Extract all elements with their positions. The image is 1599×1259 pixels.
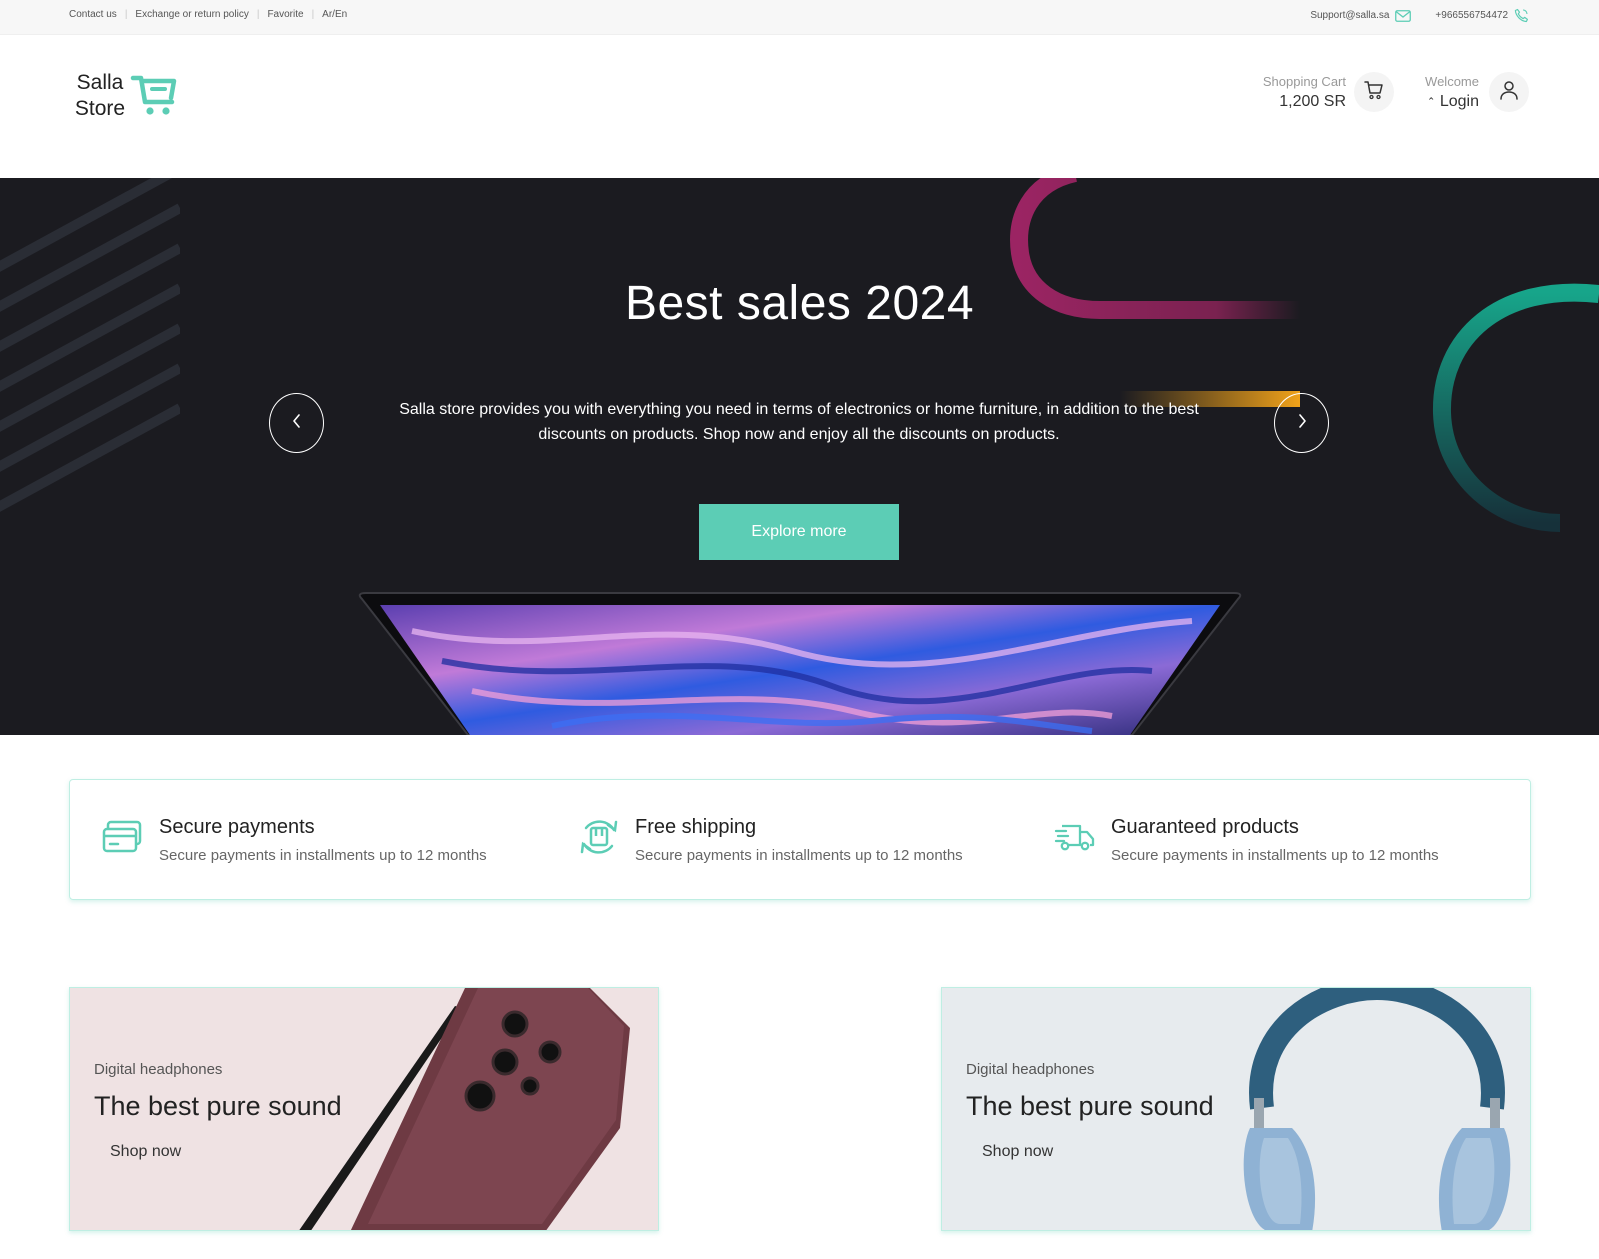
user-icon — [1498, 79, 1520, 106]
hero-description: Salla store provides you with everything… — [399, 401, 1199, 443]
top-contact: Support@salla.sa +966556754472 — [1310, 8, 1529, 23]
support-email-link[interactable]: Support@salla.sa — [1310, 10, 1389, 21]
feature-free-shipping: Free shipping Secure payments in install… — [578, 816, 1054, 864]
hero-title: Best sales 2024 — [624, 277, 975, 330]
feature-secure-payments: Secure payments Secure payments in insta… — [102, 816, 578, 864]
cart-meta: Shopping Cart 1,200 SR — [1263, 74, 1346, 111]
site-header: Salla Store Shopping Cart 1,200 SR Welco — [0, 35, 1599, 178]
login-label: Login — [1439, 92, 1479, 110]
banner-title: The best pure sound — [94, 1091, 342, 1121]
phone-number-link[interactable]: +966556754472 — [1435, 10, 1508, 21]
feature-description: Secure payments in installments up to 12… — [635, 846, 963, 864]
favorite-link[interactable]: Favorite — [267, 9, 303, 20]
feature-title: Secure payments — [159, 815, 315, 838]
shop-now-link[interactable]: Shop now — [110, 1143, 181, 1161]
logo-cart-icon — [130, 68, 180, 123]
feature-title: Guaranteed products — [1111, 815, 1299, 838]
logo-text: Salla Store — [70, 70, 130, 122]
mail-icon — [1395, 9, 1412, 22]
hero-slider: Best sales 2024 Salla store provides you… — [0, 178, 1599, 735]
logo-line-1: Salla — [76, 70, 124, 94]
language-toggle[interactable]: Ar/En — [322, 9, 347, 20]
chevron-up-icon: ⌃ — [1427, 95, 1436, 107]
user-button[interactable] — [1489, 72, 1529, 112]
return-policy-link[interactable]: Exchange or return policy — [135, 9, 248, 20]
contact-us-link[interactable]: Contact us — [69, 9, 117, 20]
promo-banner-headphones[interactable]: Digital headphones The best pure sound S… — [941, 987, 1531, 1231]
divider: | — [311, 9, 315, 20]
laptop-image — [358, 592, 1242, 735]
banner-subtitle: Digital headphones — [966, 1061, 1095, 1078]
feature-description: Secure payments in installments up to 12… — [1111, 846, 1439, 864]
chevron-left-icon — [291, 413, 303, 433]
shop-now-link[interactable]: Shop now — [982, 1143, 1053, 1161]
banner-title: The best pure sound — [966, 1091, 1214, 1121]
divider: | — [124, 9, 128, 20]
login-link[interactable]: ⌃ Login — [1425, 93, 1479, 111]
shopping-cart-widget[interactable]: Shopping Cart 1,200 SR — [1263, 72, 1394, 112]
cart-button[interactable] — [1354, 72, 1394, 112]
chevron-right-icon — [1296, 413, 1308, 433]
promo-banner-phone[interactable]: Digital headphones The best pure sound S… — [69, 987, 659, 1231]
top-bar: Contact us | Exchange or return policy |… — [0, 0, 1599, 35]
top-links: Contact us | Exchange or return policy |… — [69, 9, 347, 20]
cart-icon — [1363, 79, 1385, 106]
user-account-widget[interactable]: Welcome ⌃ Login — [1425, 72, 1529, 112]
banner-subtitle: Digital headphones — [94, 1061, 223, 1078]
cart-total: 1,200 SR — [1279, 92, 1346, 110]
credit-card-icon — [102, 816, 144, 863]
feature-title: Free shipping — [635, 815, 757, 838]
next-slide-button[interactable] — [1274, 393, 1329, 453]
welcome-label: Welcome — [1425, 73, 1479, 89]
headphones-image — [1243, 988, 1511, 1230]
phone-image — [299, 988, 630, 1230]
store-logo[interactable]: Salla Store — [70, 68, 180, 123]
refresh-box-icon — [578, 816, 620, 863]
features-strip: Secure payments Secure payments in insta… — [69, 779, 1531, 900]
divider: | — [256, 9, 260, 20]
user-meta: Welcome ⌃ Login — [1425, 74, 1479, 111]
phone-icon — [1514, 8, 1529, 23]
logo-line-2: Store — [74, 96, 126, 120]
cart-label: Shopping Cart — [1262, 73, 1346, 89]
previous-slide-button[interactable] — [269, 393, 324, 453]
feature-guaranteed-products: Guaranteed products Secure payments in i… — [1054, 816, 1530, 864]
feature-description: Secure payments in installments up to 12… — [159, 846, 487, 864]
explore-more-button[interactable]: Explore more — [699, 504, 899, 560]
delivery-truck-icon — [1054, 816, 1096, 863]
